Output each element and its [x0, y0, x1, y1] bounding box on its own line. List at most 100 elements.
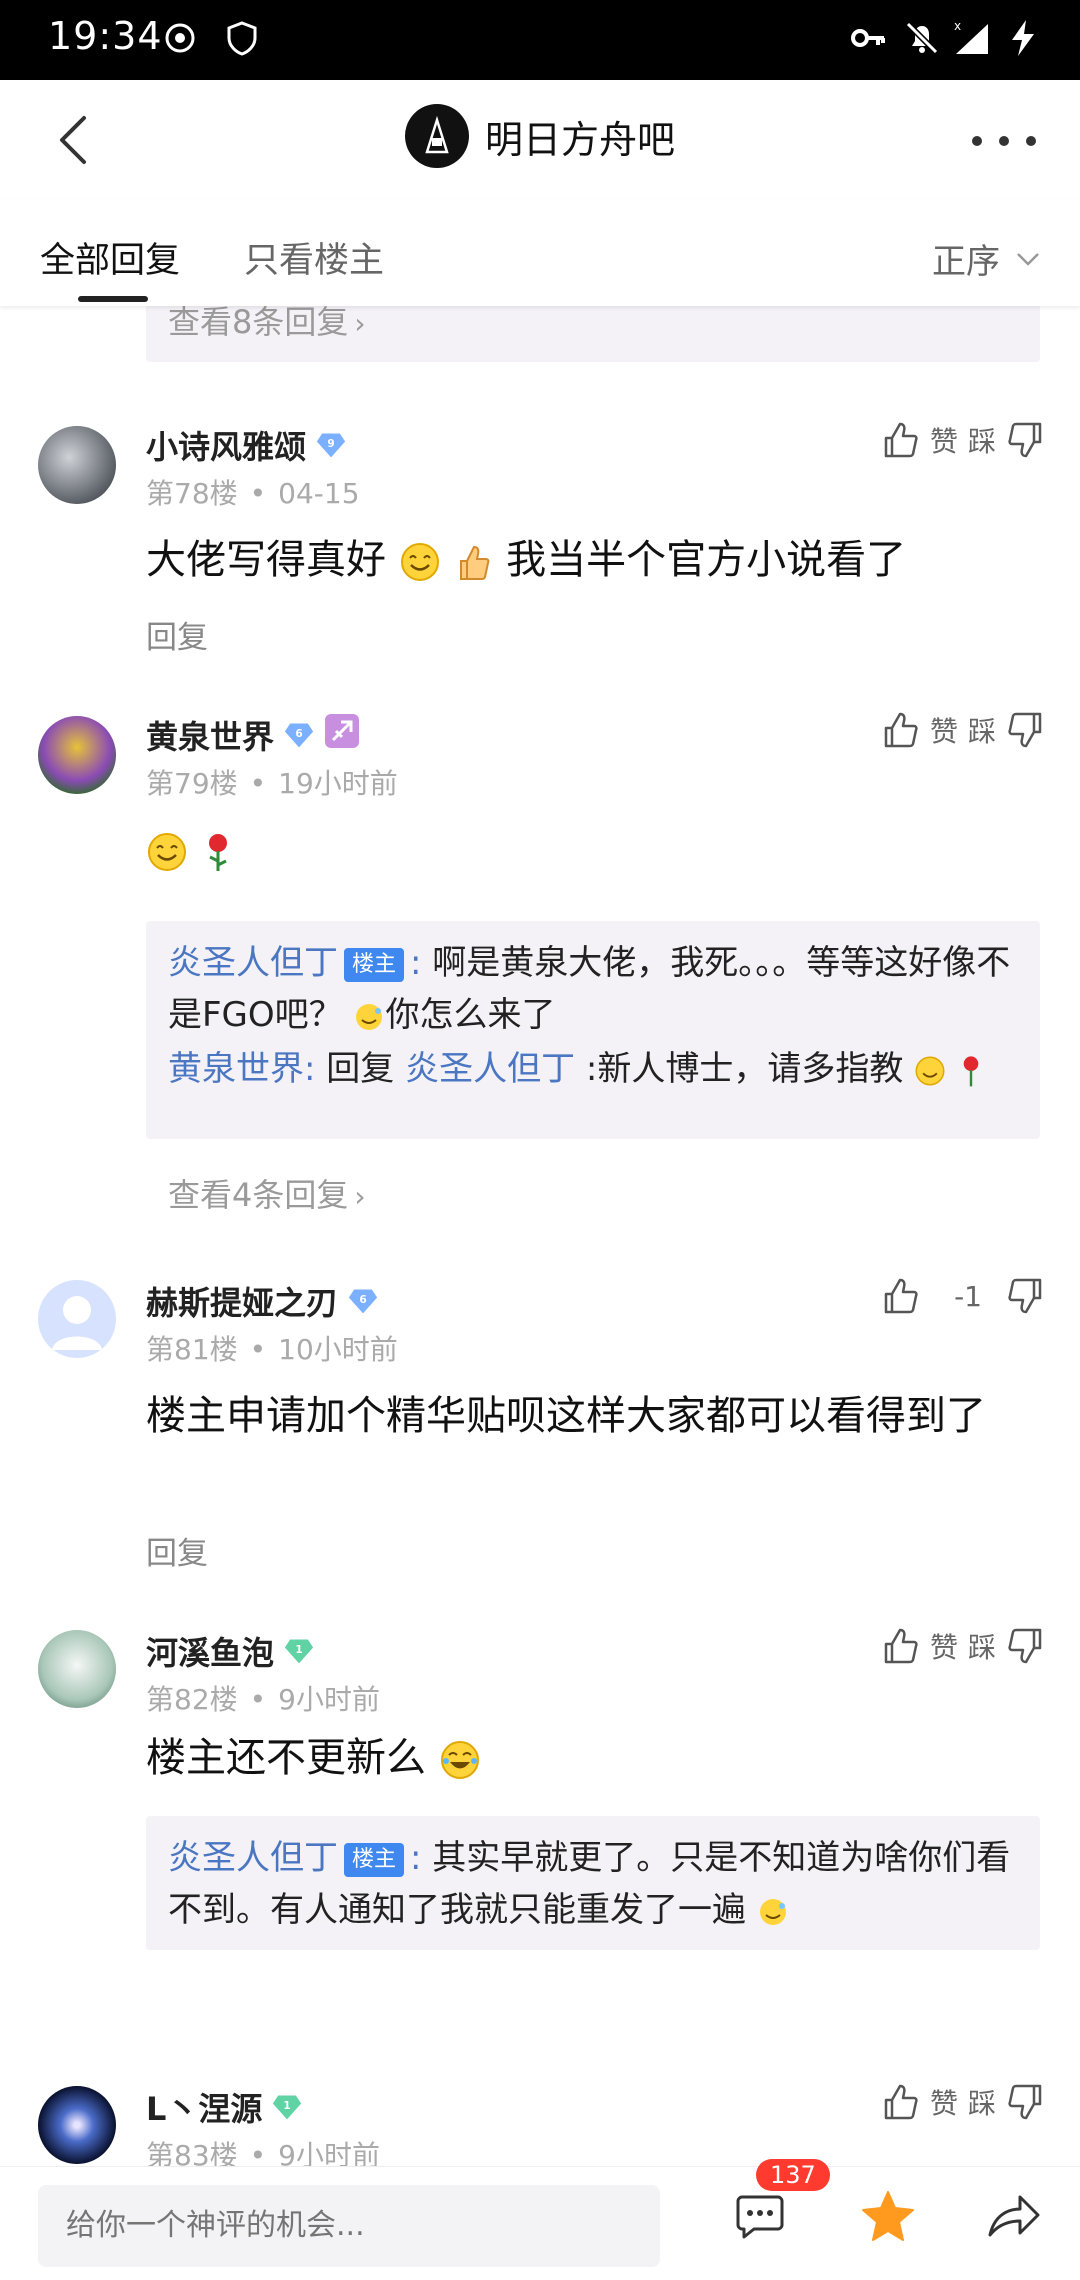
username[interactable]: 黄泉世界 6	[146, 712, 360, 758]
post-meta: 第78楼 • 04-15	[146, 477, 360, 510]
post-meta: 第81楼 • 10小时前	[146, 1333, 398, 1366]
reply-button[interactable]: 回复	[146, 1528, 208, 1573]
post-meta: 第82楼 • 9小时前	[146, 1683, 380, 1716]
username[interactable]: 赫斯提娅之刃 6	[146, 1278, 378, 1324]
floor-number: 第81楼	[146, 1333, 238, 1366]
comment-count-badge: 137	[756, 2159, 830, 2191]
thumbs-up-icon[interactable]	[880, 1276, 920, 1316]
thumbs-down-icon[interactable]	[1006, 420, 1046, 460]
post-content: 大佬写得真好 我当半个官方小说看了	[146, 537, 907, 583]
sub-reply[interactable]: 炎圣人但丁 楼主: 其实早就更了。只是不知道为啥你们看不到。有人通知了我就只能重发…	[168, 1832, 1018, 1936]
thumbs-up-icon[interactable]	[880, 420, 920, 460]
header: 明日方舟吧	[0, 80, 1080, 200]
comments-icon[interactable]	[734, 2189, 786, 2245]
vote-controls: 赞踩	[880, 420, 1046, 460]
avatar[interactable]	[38, 2086, 116, 2164]
thumbs-up-icon[interactable]	[880, 710, 920, 750]
dislike-label[interactable]: 踩	[968, 710, 996, 750]
app: 19:34 x 明日方舟吧 全部回复 只看楼主 正序 查看8条回复 › 小诗风雅…	[0, 0, 1080, 2280]
shield-icon	[222, 18, 262, 62]
like-label[interactable]: 赞	[930, 1626, 958, 1666]
thumbs-down-icon[interactable]	[1006, 710, 1046, 750]
sub-reply-text: :新人博士，请多指教	[585, 1049, 904, 1089]
username[interactable]: L丶涅源 1	[146, 2084, 302, 2130]
laugh-cry-emoji-icon	[440, 1741, 479, 1779]
thumbs-down-icon[interactable]	[1006, 2082, 1046, 2122]
reply-post: 黄泉世界 6 第79楼 • 19小时前 赞踩 炎圣人但丁 楼主: 啊是黄泉大佬…	[0, 696, 1080, 1256]
sub-reply-author[interactable]: 炎圣人但丁	[168, 1838, 338, 1878]
level-badge: 1	[284, 1636, 314, 1666]
sub-reply[interactable]: 炎圣人但丁 楼主: 啊是黄泉大佬，我死。。。等等这好像不是FGO吧？ 你怎么来了	[168, 937, 1018, 1041]
tab-all-replies[interactable]: 全部回复	[40, 232, 180, 283]
smile-emoji-icon	[400, 543, 439, 581]
op-tag: 楼主	[344, 1842, 405, 1877]
share-icon[interactable]	[986, 2189, 1042, 2245]
username[interactable]: 小诗风雅颂 9	[146, 422, 346, 468]
sub-reply[interactable]: 黄泉世界: 回复 炎圣人但丁 :新人博士，请多指教	[168, 1043, 1018, 1095]
svg-text:9: 9	[327, 438, 334, 450]
reply-post: 河溪鱼泡 1 第82楼•9小时前 赞踩 楼主还不更新么 炎圣人但丁楼主:	[0, 1616, 1080, 2036]
like-label[interactable]: 赞	[930, 2082, 958, 2122]
username[interactable]: 河溪鱼泡 1	[146, 1628, 314, 1674]
star-favorite-icon[interactable]	[860, 2189, 916, 2247]
avatar[interactable]	[38, 1630, 116, 1708]
svg-text:6: 6	[359, 1294, 366, 1306]
more-options-icon[interactable]	[972, 136, 1036, 152]
sort-dropdown[interactable]: 正序	[932, 234, 1042, 283]
post-content: 楼主申请加个精华贴呗这样大家都可以看得到了	[146, 1393, 986, 1439]
sweat-emoji-icon	[356, 1003, 383, 1030]
level-badge: 9	[316, 430, 346, 460]
sub-reply-box: 查看8条回复 ›	[146, 306, 1040, 362]
dislike-label[interactable]: 踩	[968, 1626, 996, 1666]
post-time: 10小时前	[278, 1333, 398, 1366]
sub-reply-box: 炎圣人但丁 楼主: 啊是黄泉大佬，我死。。。等等这好像不是FGO吧？ 你怎么来了 …	[146, 921, 1040, 1139]
post-content	[146, 820, 1040, 880]
svg-text:x: x	[954, 19, 961, 33]
zodiac-sagittarius-icon	[324, 713, 360, 757]
post-meta: 第83楼 • 9小时前	[146, 2134, 380, 2166]
sort-label: 正序	[932, 242, 1000, 282]
thumbs-down-icon[interactable]	[1006, 1276, 1046, 1316]
rose-emoji-icon	[208, 834, 227, 871]
like-label[interactable]: 赞	[930, 420, 958, 460]
dislike-label[interactable]: 踩	[968, 2082, 996, 2122]
thumbs-down-icon[interactable]	[1006, 1626, 1046, 1666]
dislike-label[interactable]: 踩	[968, 420, 996, 460]
floor-number: 第83楼	[146, 2139, 238, 2166]
avatar[interactable]	[38, 1280, 116, 1358]
view-more-replies[interactable]: 查看4条回复 ›	[168, 1170, 366, 1216]
post-time: 19小时前	[278, 767, 398, 800]
vote-controls: -1	[880, 1276, 1046, 1316]
op-tag: 楼主	[344, 947, 405, 982]
level-badge: 1	[272, 2092, 302, 2122]
reply-button[interactable]: 回复	[146, 612, 208, 657]
thumbs-up-emoji-icon	[460, 545, 490, 580]
forum-title[interactable]: 明日方舟吧	[0, 104, 1080, 168]
sub-reply-author[interactable]: 黄泉世界	[168, 1049, 304, 1089]
reply-tabs: 全部回复 只看楼主 正序	[0, 200, 1080, 306]
sub-reply-author[interactable]: 炎圣人但丁	[168, 943, 338, 983]
svg-text:1: 1	[295, 1644, 302, 1656]
thumbs-up-icon[interactable]	[880, 1626, 920, 1666]
thumbs-up-icon[interactable]	[880, 2082, 920, 2122]
status-bar: 19:34 x	[0, 0, 1080, 80]
floor-number: 第82楼	[146, 1683, 238, 1716]
level-badge: 6	[284, 720, 314, 750]
forum-name: 明日方舟吧	[484, 117, 675, 162]
like-label[interactable]: 赞	[930, 710, 958, 750]
sync-icon	[160, 18, 200, 62]
avatar[interactable]	[38, 426, 116, 504]
post-time: 9小时前	[278, 2139, 380, 2166]
tab-indicator	[78, 296, 148, 302]
avatar[interactable]	[38, 716, 116, 794]
vote-controls: 赞踩	[880, 710, 1046, 750]
reply-post: 小诗风雅颂 9 第78楼 • 04-15 赞踩 大佬写得真好 我当半个官方小说看了 …	[0, 406, 1080, 736]
vote-count: -1	[954, 1279, 982, 1313]
post-time: 04-15	[278, 477, 360, 510]
smile-emoji-icon	[148, 833, 186, 871]
tab-only-op[interactable]: 只看楼主	[244, 232, 384, 283]
floor-number: 第79楼	[146, 767, 238, 800]
view-more-replies[interactable]: 查看8条回复 ›	[168, 306, 366, 341]
comment-input[interactable]	[38, 2185, 660, 2267]
reply-to-user[interactable]: 炎圣人但丁	[405, 1049, 575, 1089]
